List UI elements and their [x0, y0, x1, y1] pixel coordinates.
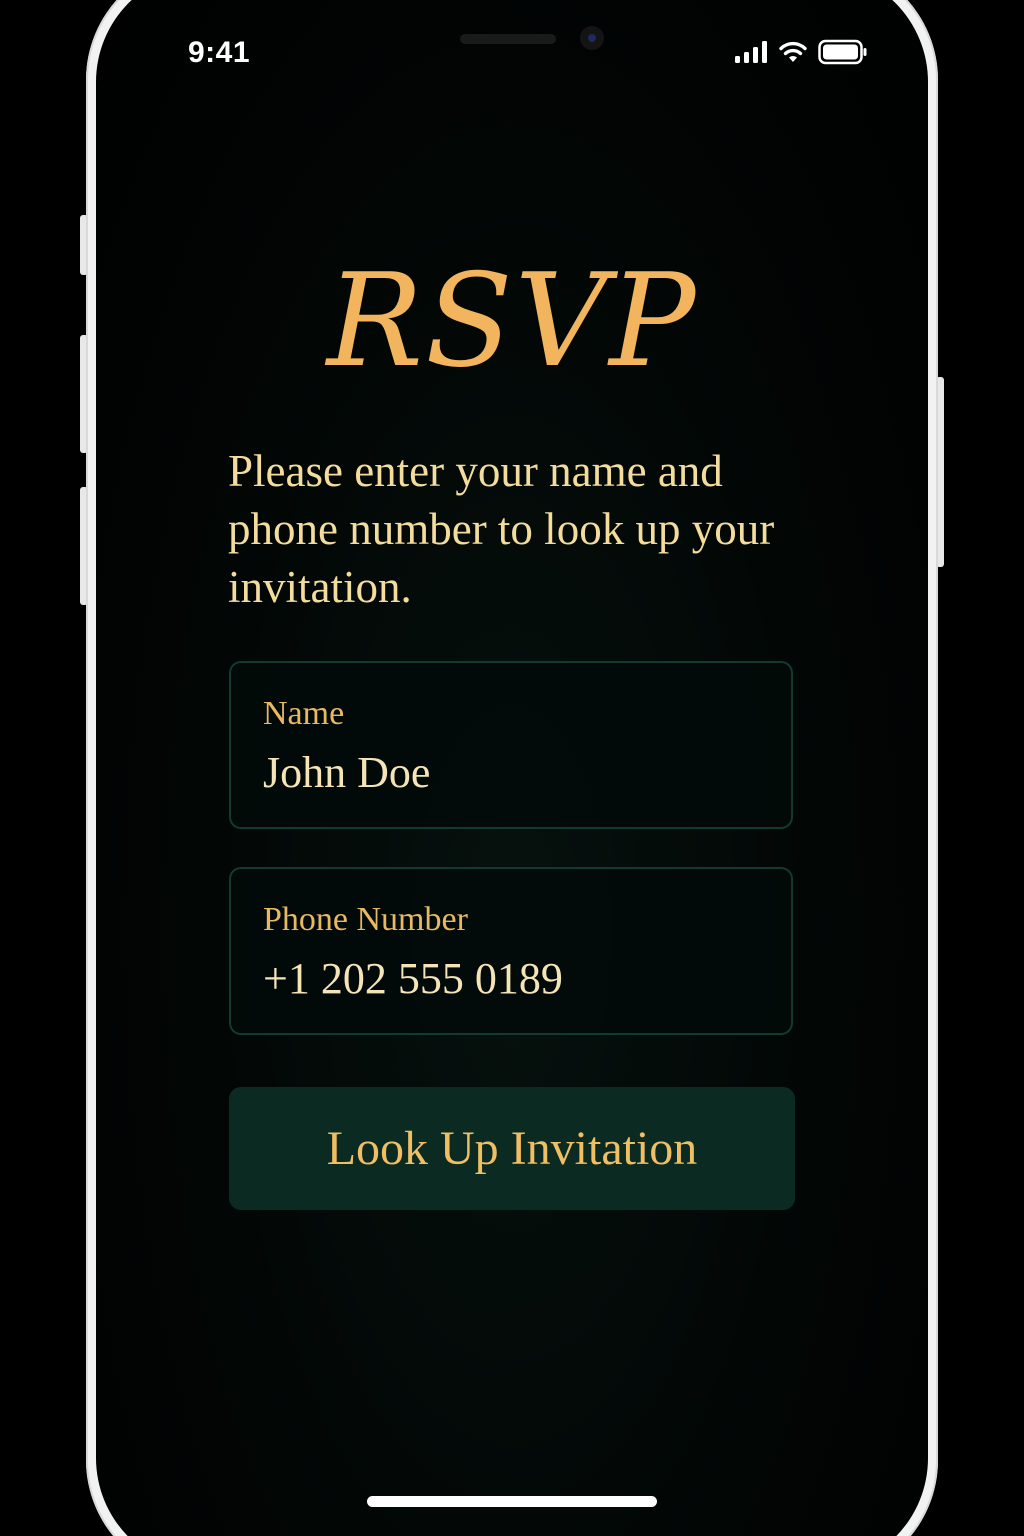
phone-field-label: Phone Number	[263, 901, 468, 938]
phone-field[interactable]: Phone Number +1 202 555 0189	[229, 867, 793, 1035]
look-up-invitation-button[interactable]: Look Up Invitation	[229, 1087, 795, 1210]
phone-field-value[interactable]: +1 202 555 0189	[263, 953, 563, 1004]
name-field-value[interactable]: John Doe	[263, 747, 430, 798]
front-camera	[580, 26, 604, 50]
battery-icon	[818, 39, 868, 70]
rsvp-title: RSVP	[326, 247, 698, 396]
stage: 9:41 RSVP Please enter your name and pho…	[0, 0, 1024, 1536]
status-time: 9:41	[188, 36, 251, 69]
cellular-signal-icon	[734, 40, 768, 69]
home-indicator[interactable]	[367, 1496, 657, 1507]
instructions-text: Please enter your name and phone number …	[228, 446, 775, 612]
wifi-icon	[778, 40, 808, 69]
name-field[interactable]: Name John Doe	[229, 661, 793, 829]
earpiece-speaker	[460, 34, 556, 44]
status-icons	[734, 39, 868, 70]
name-field-label: Name	[263, 695, 345, 732]
